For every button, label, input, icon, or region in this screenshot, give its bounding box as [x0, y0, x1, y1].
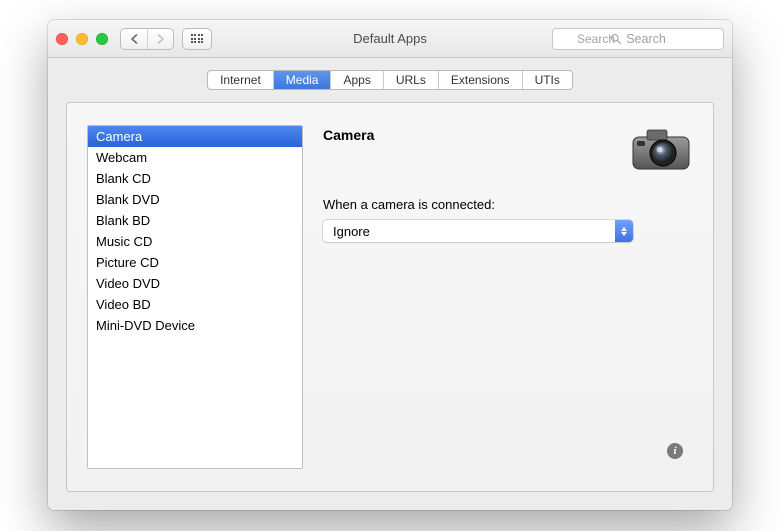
tab-utis[interactable]: UTIs	[522, 71, 572, 89]
window-controls	[56, 33, 108, 45]
action-popup[interactable]: Ignore	[323, 220, 633, 242]
list-item[interactable]: Video BD	[88, 294, 302, 315]
camera-icon	[629, 125, 693, 173]
tabs-row: Internet Media Apps URLs Extensions UTIs	[48, 58, 732, 102]
popup-stepper-icon	[615, 220, 633, 242]
list-item[interactable]: Camera	[88, 126, 302, 147]
back-button[interactable]	[121, 29, 147, 49]
list-item[interactable]: Video DVD	[88, 273, 302, 294]
category-tabs: Internet Media Apps URLs Extensions UTIs	[207, 70, 573, 90]
list-item[interactable]: Blank DVD	[88, 189, 302, 210]
zoom-button[interactable]	[96, 33, 108, 45]
grid-icon	[191, 34, 204, 43]
tab-urls[interactable]: URLs	[383, 71, 438, 89]
preferences-window: Default Apps Search Internet Media Apps …	[48, 20, 732, 510]
list-item[interactable]: Mini-DVD Device	[88, 315, 302, 336]
search-input[interactable]	[552, 28, 724, 50]
list-item[interactable]: Blank BD	[88, 210, 302, 231]
nav-back-forward	[120, 28, 174, 50]
content-panel: Camera Webcam Blank CD Blank DVD Blank B…	[66, 102, 714, 492]
detail-panel: Camera	[303, 125, 693, 469]
detail-title: Camera	[323, 127, 374, 143]
media-list-scroll[interactable]: Camera Webcam Blank CD Blank DVD Blank B…	[88, 126, 302, 468]
list-item[interactable]: Blank CD	[88, 168, 302, 189]
info-button[interactable]: i	[667, 443, 683, 459]
list-item[interactable]: Music CD	[88, 231, 302, 252]
action-prompt: When a camera is connected:	[323, 197, 693, 212]
detail-header: Camera	[323, 125, 693, 173]
media-list[interactable]: Camera Webcam Blank CD Blank DVD Blank B…	[87, 125, 303, 469]
list-item[interactable]: Picture CD	[88, 252, 302, 273]
minimize-button[interactable]	[76, 33, 88, 45]
list-item[interactable]: Webcam	[88, 147, 302, 168]
show-all-button[interactable]	[182, 28, 212, 50]
tab-media[interactable]: Media	[273, 71, 331, 89]
tab-internet[interactable]: Internet	[208, 71, 273, 89]
search-wrap: Search	[552, 28, 724, 50]
tab-apps[interactable]: Apps	[330, 71, 382, 89]
tab-extensions[interactable]: Extensions	[438, 71, 522, 89]
action-popup-value: Ignore	[333, 224, 370, 239]
close-button[interactable]	[56, 33, 68, 45]
forward-button[interactable]	[147, 29, 173, 49]
titlebar: Default Apps Search	[48, 20, 732, 58]
